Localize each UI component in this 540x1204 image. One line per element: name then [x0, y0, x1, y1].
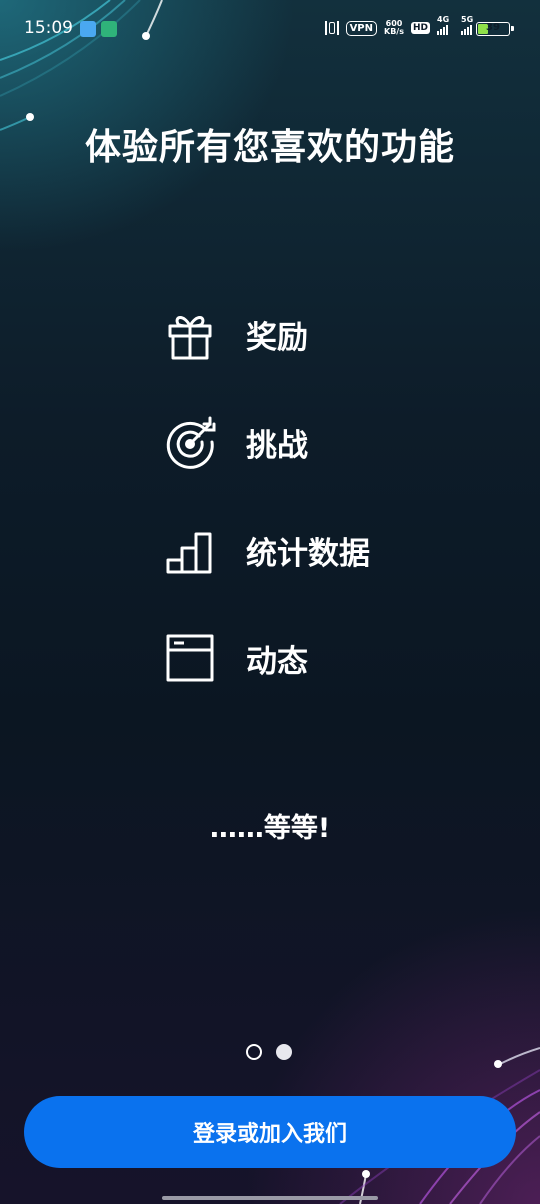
more-features-text: ……等等!	[209, 813, 331, 844]
page-title: 体验所有您喜欢的功能	[84, 127, 455, 168]
feature-label-challenges: 挑战	[246, 428, 308, 464]
feature-label-feed: 动态	[246, 644, 308, 680]
feature-item-rewards: 奖励	[162, 302, 482, 410]
sign-in-or-join-button[interactable]: 登录或加入我们	[24, 1096, 516, 1168]
status-time: 15:09	[24, 18, 73, 38]
feature-label-rewards: 奖励	[246, 320, 308, 356]
vibrate-icon	[324, 21, 339, 35]
home-indicator[interactable]	[162, 1196, 378, 1200]
bar-chart-icon	[166, 532, 212, 574]
battery-percent: 39	[486, 22, 500, 33]
signal-4g-icon: 4G	[437, 15, 449, 35]
feature-item-feed: 动态	[162, 626, 482, 734]
gift-icon	[168, 316, 212, 360]
target-icon	[166, 416, 216, 469]
signal-5g-label: 5G	[461, 15, 474, 24]
notification-app-icon-2	[101, 21, 117, 37]
status-indicators: VPN 600 KB/s HD 4G 5G	[324, 15, 473, 36]
network-speed-unit: KB/s	[384, 27, 404, 36]
page-dot-1[interactable]	[246, 1044, 262, 1060]
hd-badge: HD	[410, 22, 430, 34]
signal-4g-label: 4G	[437, 15, 450, 24]
feature-item-stats: 统计数据	[162, 518, 482, 626]
page-indicator	[246, 1044, 292, 1060]
page-dot-2[interactable]	[276, 1044, 292, 1060]
feature-list: 奖励 挑战 统计数据 动态	[162, 302, 482, 734]
battery-icon: 39	[476, 22, 514, 36]
feature-item-challenges: 挑战	[162, 410, 482, 518]
feature-label-stats: 统计数据	[246, 536, 370, 572]
feed-window-icon	[166, 634, 214, 682]
notification-app-icon	[80, 21, 96, 37]
network-speed: 600 KB/s	[384, 20, 404, 36]
signal-5g-icon: 5G	[461, 15, 473, 35]
status-bar: 15:09 VPN 600 KB/s HD 4G 5G 39	[0, 0, 540, 60]
vpn-badge: VPN	[345, 20, 377, 36]
onboarding-screen: 15:09 VPN 600 KB/s HD 4G 5G 39 体验所有您喜欢的功…	[0, 0, 540, 1204]
